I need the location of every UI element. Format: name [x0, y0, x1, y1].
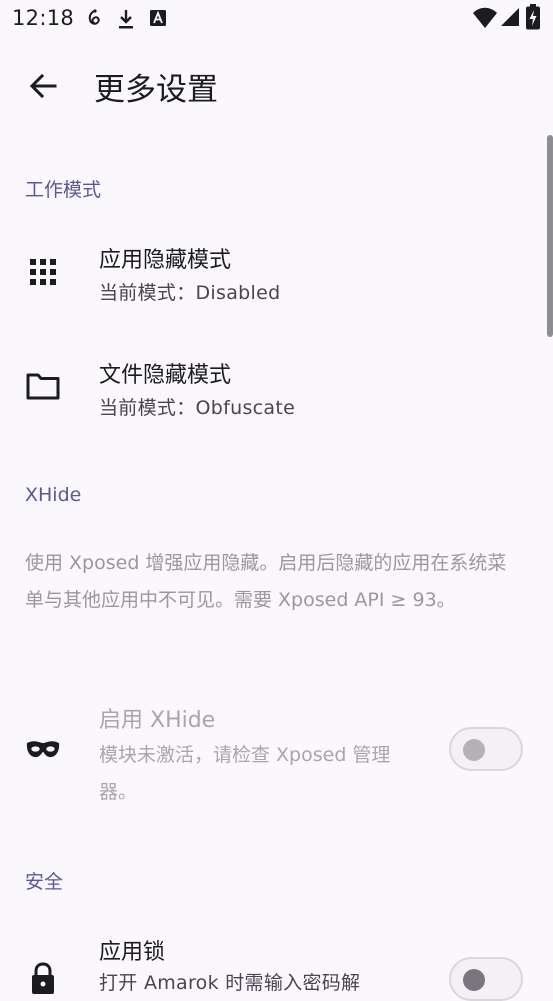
- app-lock-subtitle: 打开 Amarok 时需输入密码解: [99, 972, 361, 994]
- app-lock-switch[interactable]: [449, 957, 523, 1001]
- font-icon: [150, 10, 166, 26]
- status-time: 12:18: [12, 6, 75, 30]
- signal-icon: [501, 8, 519, 26]
- switch-knob: [463, 969, 485, 991]
- app-hide-mode-title: 应用隐藏模式: [99, 248, 232, 273]
- wifi-icon: [473, 7, 497, 28]
- xhide-toggle-subtitle: 模块未激活，请检查 Xposed 管理器。: [99, 744, 391, 803]
- page-title: 更多设置: [94, 72, 218, 108]
- xhide-description: 使用 Xposed 增强应用隐藏。启用后隐藏的应用在系统菜单与其他应用中不可见。…: [25, 552, 507, 611]
- app-hide-mode-subtitle: 当前模式：Disabled: [99, 282, 281, 304]
- battery-charging-icon: [526, 4, 540, 30]
- back-button[interactable]: [27, 70, 59, 102]
- app-lock-title: 应用锁: [99, 940, 166, 965]
- scrollbar[interactable]: [547, 135, 553, 337]
- section-title-security: 安全: [25, 871, 64, 893]
- hook-icon: [88, 9, 100, 25]
- section-title-xhide: XHide: [25, 484, 82, 506]
- xhide-switch[interactable]: [449, 727, 523, 771]
- section-title-work-mode: 工作模式: [25, 179, 102, 201]
- lock-icon: [32, 962, 54, 994]
- file-hide-mode-title: 文件隐藏模式: [99, 363, 232, 388]
- download-icon: [119, 10, 133, 29]
- switch-knob: [463, 739, 485, 761]
- file-hide-mode-subtitle: 当前模式：Obfuscate: [99, 397, 296, 419]
- mask-icon: [26, 741, 60, 758]
- folder-icon: [26, 373, 60, 400]
- xhide-toggle-title: 启用 XHide: [99, 708, 216, 733]
- apps-grid-icon: [30, 259, 56, 285]
